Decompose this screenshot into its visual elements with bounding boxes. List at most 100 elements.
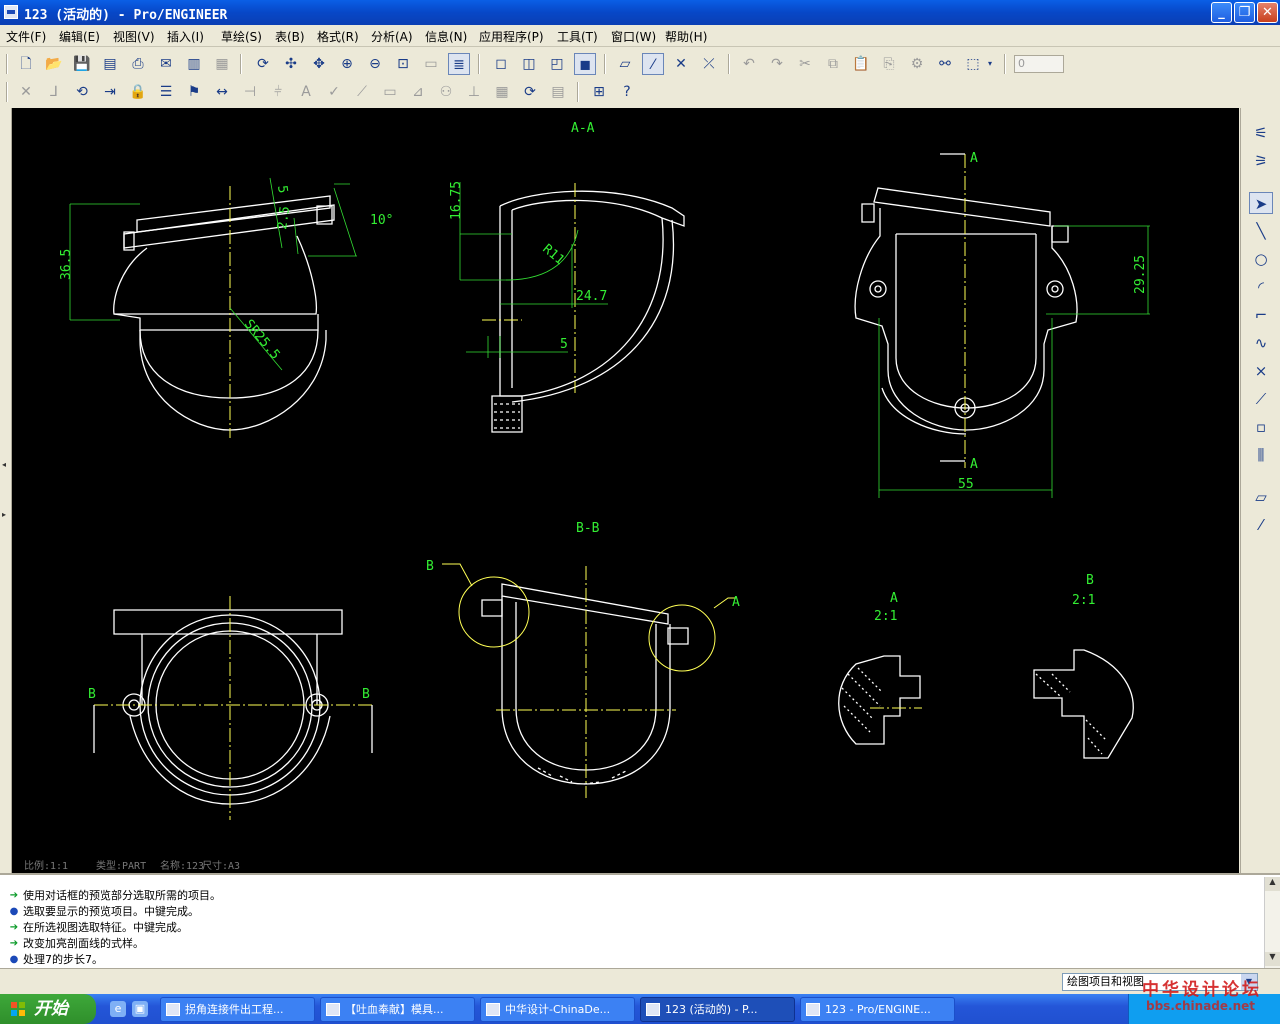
scale-spin-input[interactable]: 0 [1014,55,1064,73]
taskbar-item[interactable]: 中华设计-ChinaDe... [480,997,635,1022]
wireframe-icon[interactable]: ◻ [490,53,512,75]
refresh-sheet-icon[interactable]: ⟲ [71,81,93,103]
copy-icon[interactable]: ⧉ [822,53,844,75]
spline-tool-icon[interactable]: ∿ [1249,332,1273,354]
sketch-dimension-icon[interactable]: ⅃ [43,81,65,103]
taskbar-item[interactable]: 【吐血奉献】模具... [320,997,475,1022]
select-arrow-icon[interactable]: ➤ [1249,192,1273,214]
paste-icon[interactable]: 📋 [850,53,872,75]
scroll-up-icon[interactable]: ▲ [1265,877,1280,891]
insert-view-icon[interactable]: ⇥ [99,81,121,103]
redo-icon[interactable]: ↷ [766,53,788,75]
parallelogram-tool-icon[interactable]: ▱ [1249,486,1273,508]
message-scrollbar[interactable]: ▲ ▼ [1264,877,1280,968]
update-sheets-icon[interactable]: ⟳ [519,81,541,103]
chamfer-tool-icon[interactable]: ⟋ [1249,388,1273,410]
coordinate-systems-icon[interactable]: ⤫ [698,53,720,75]
menu-view[interactable]: 视图(V) [113,28,155,45]
table-icon[interactable]: ☰ [155,81,177,103]
ordinate-dimension-icon[interactable]: ⊣ [239,81,261,103]
regenerate-icon[interactable]: ⚙ [906,53,928,75]
menu-file[interactable]: 文件(F) [6,28,46,45]
start-button[interactable]: 开始 [0,994,96,1024]
menu-help[interactable]: 帮助(H) [665,28,707,45]
export-pdf-icon[interactable]: ▥ [183,53,205,75]
datum-axes-icon[interactable]: ⁄ [642,53,664,75]
zoom-out-icon[interactable]: ⊖ [364,53,386,75]
arc-tool-icon[interactable]: ◜ [1249,276,1273,298]
datum-points-icon[interactable]: ✕ [670,53,692,75]
left-collapse-strip[interactable]: ◂ ▸ [0,108,12,873]
no-hidden-icon[interactable]: ◰ [546,53,568,75]
menu-format[interactable]: 格式(R) [317,28,359,45]
zoom-fit-icon[interactable]: ⊡ [392,53,414,75]
menu-table[interactable]: 表(B) [275,28,305,45]
menu-sketch[interactable]: 草绘(S) [221,28,262,45]
scroll-down-icon[interactable]: ▼ [1265,952,1280,966]
show-desktop-icon[interactable]: ▣ [132,1001,148,1017]
expand-arrow-icon[interactable]: ▸ [2,510,6,519]
layout-icon[interactable]: ▤ [547,81,569,103]
collapse-arrow-icon[interactable]: ◂ [2,460,6,469]
fillet-tool-icon[interactable]: ⌐ [1249,304,1273,326]
datum-tag-icon[interactable]: ▭ [379,81,401,103]
menu-edit[interactable]: 编辑(E) [59,28,100,45]
shading-icon[interactable]: ◼ [574,53,596,75]
close-button[interactable]: ✕ [1257,2,1278,23]
open-folder-icon[interactable]: 📂 [43,53,65,75]
menu-info[interactable]: 信息(N) [425,28,467,45]
paste-special-icon[interactable]: ⎘ [878,53,900,75]
maximize-button[interactable]: ❐ [1234,2,1255,23]
selection-box-icon[interactable]: ⬚ [962,53,984,75]
taskbar-item-active[interactable]: 123 (活动的) - P... [640,997,795,1022]
show-annotations-icon[interactable]: ⚑ [183,81,205,103]
dimension-icon[interactable]: ↔ [211,81,233,103]
spin-center-icon[interactable]: ✣ [280,53,302,75]
taskbar-item[interactable]: 拐角连接件出工程... [160,997,315,1022]
export-image-icon[interactable]: ▦ [211,53,233,75]
internet-explorer-icon[interactable]: e [110,1001,126,1017]
menu-applications[interactable]: 应用程序(P) [479,28,544,45]
balloon-icon[interactable]: ⚇ [435,81,457,103]
taskbar-item[interactable]: 123 - Pro/ENGINE... [800,997,955,1022]
rectangle-tool-icon[interactable]: ▫ [1249,416,1273,438]
drawing-sheet[interactable]: 36.5 5 2.5 10° SR25.5 A-A 16.75 R11 24.7… [12,108,1239,873]
ref-dimension-icon[interactable]: ⫩ [267,81,289,103]
find-icon[interactable]: ⚯ [934,53,956,75]
menu-insert[interactable]: 插入(I) [167,28,204,45]
minimize-button[interactable]: _ [1211,2,1232,23]
hidden-line-icon[interactable]: ◫ [518,53,540,75]
delete-icon[interactable]: ✕ [15,81,37,103]
show-annotations-icon[interactable]: ⚟ [1249,122,1273,144]
orient-icon[interactable]: ✥ [308,53,330,75]
erase-annotations-icon[interactable]: ⚞ [1249,150,1273,172]
save-as-pdf-icon[interactable]: ▤ [99,53,121,75]
menu-analysis[interactable]: 分析(A) [371,28,413,45]
datum-planes-icon[interactable]: ▱ [614,53,636,75]
note-icon[interactable]: A [295,81,317,103]
context-help-icon[interactable]: ⊞ [588,81,610,103]
undo-icon[interactable]: ↶ [738,53,760,75]
print-icon[interactable]: ⎙ [127,53,149,75]
drawing-canvas[interactable]: 36.5 5 2.5 10° SR25.5 A-A 16.75 R11 24.7… [12,108,1239,873]
lock-view-icon[interactable]: 🔒 [127,81,149,103]
grid-icon[interactable]: ▦ [491,81,513,103]
email-icon[interactable]: ✉ [155,53,177,75]
saved-views-icon[interactable]: ▭ [420,53,442,75]
menu-tools[interactable]: 工具(T) [557,28,598,45]
zoom-in-icon[interactable]: ⊕ [336,53,358,75]
circle-tool-icon[interactable]: ○ [1249,248,1273,270]
symbol-icon[interactable]: ⟋ [351,81,373,103]
surface-finish-icon[interactable]: ✓ [323,81,345,103]
construction-line-icon[interactable]: ⁄ [1249,514,1273,536]
mirror-tool-icon[interactable]: ⫼ [1249,444,1273,466]
layers-icon[interactable]: ≣ [448,53,470,75]
move-item-icon[interactable]: ⊥ [463,81,485,103]
cut-icon[interactable]: ✂ [794,53,816,75]
selection-dropdown-icon[interactable]: ▾ [984,53,996,75]
new-file-icon[interactable]: 🗋 [15,53,37,75]
point-tool-icon[interactable]: × [1249,360,1273,382]
menu-window[interactable]: 窗口(W) [611,28,656,45]
repaint-icon[interactable]: ⟳ [252,53,274,75]
whats-this-icon[interactable]: ? [616,81,638,103]
